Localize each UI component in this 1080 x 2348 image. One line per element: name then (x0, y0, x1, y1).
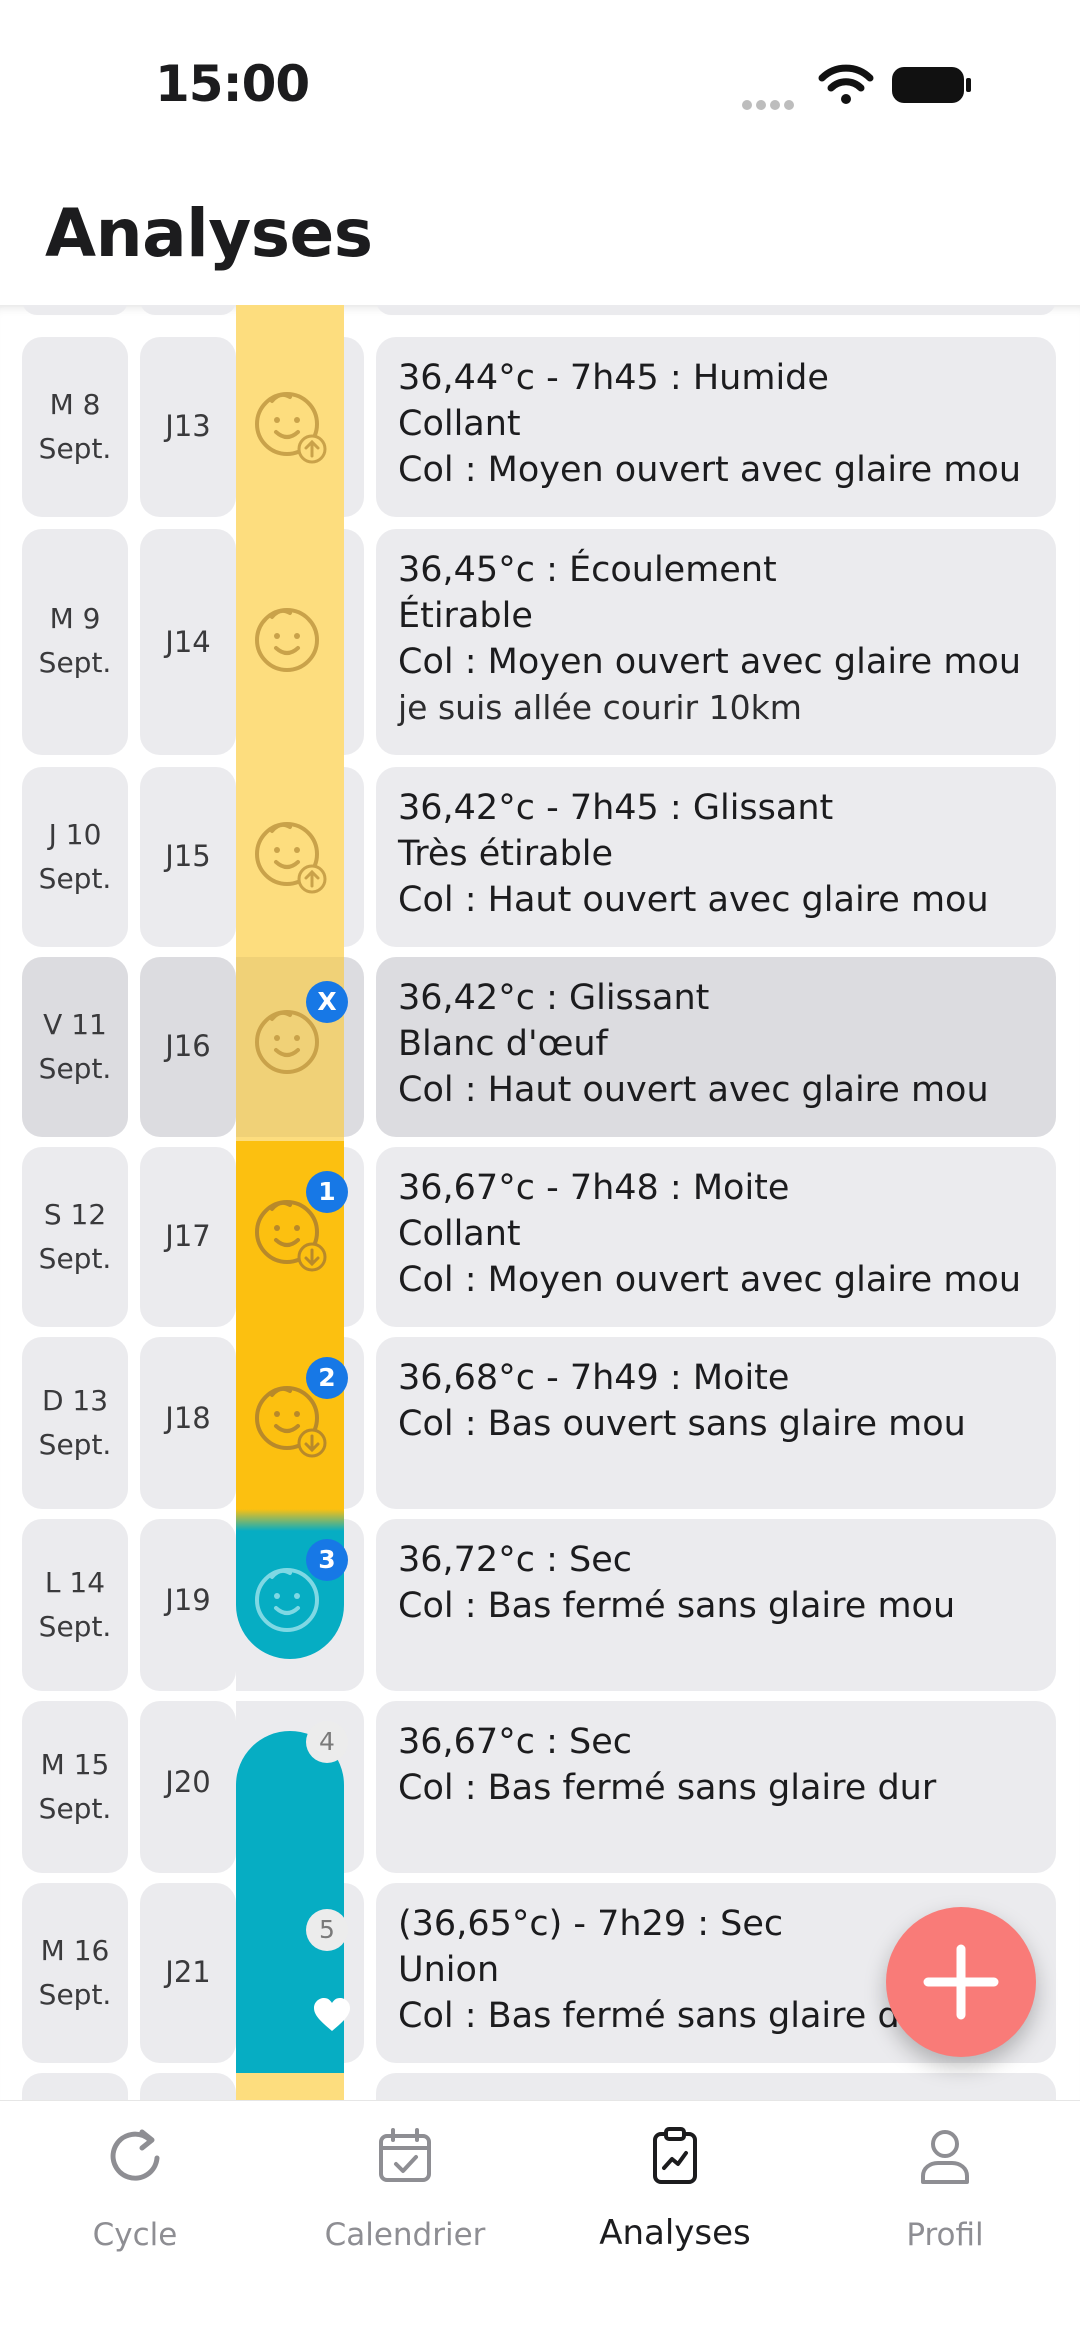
cycle-day: J21 (165, 1955, 211, 1989)
cycle-day: J19 (165, 1583, 211, 1617)
cycle-day: J16 (165, 1029, 211, 1063)
observation-text: 36,44°c - 7h45 : Humide Collant Col : Moye… (398, 358, 1022, 490)
observation-cell[interactable]: 36,44°c - 7h45 : Humide Collant Col : Moye… (376, 337, 1056, 517)
observation-cell[interactable]: 36,67°c - 7h48 : Moite Collant Col : Moyen… (376, 1147, 1056, 1327)
analyses-list[interactable]: M 8 Sept. J13 36,44°c - 7h45 : Humide Col… (0, 305, 1080, 2100)
observation-cell[interactable]: 36,67°c : Sec Col : Bas fermé sans glaire… (376, 1701, 1056, 1873)
date-weekday: S 12 (43, 1198, 107, 1231)
observation-text: (36,65°c) - 7h29 : Sec Union Col : Bas fer… (398, 1904, 922, 2036)
date-month: Sept. (38, 1428, 112, 1461)
baby-face-icon (255, 392, 327, 464)
calendar-check-icon (379, 2128, 431, 2182)
count-badge: 4 (306, 1721, 348, 1763)
cycle-day-cell: J13 (140, 337, 236, 517)
observation-cell[interactable]: 36,42°c : Glissant Blanc d'œuf Col : Haut … (376, 957, 1056, 1137)
observation-cell[interactable]: 36,45°c : Écoulement Étirable Col : Moyen … (376, 529, 1056, 755)
date-cell: S 12 Sept. (22, 1147, 128, 1327)
wifi-icon (818, 64, 874, 104)
cycle-day: J14 (165, 625, 211, 659)
observation-text: 36,45°c : Écoulement Étirable Col : Moyen … (398, 547, 1021, 731)
observation-text: 36,68°c - 7h49 : Moite Col : Bas ouvert s… (398, 1358, 966, 1444)
add-entry-button[interactable] (886, 1907, 1036, 2057)
plus-icon (923, 1944, 999, 2020)
tab-cycle[interactable]: Cycle (0, 2121, 270, 2261)
cycle-day-cell: J18 (140, 1337, 236, 1509)
cycle-day-cell: J14 (140, 529, 236, 755)
cycle-day: J15 (165, 839, 211, 873)
date-weekday: J 10 (48, 818, 102, 851)
cycle-day: J18 (165, 1401, 211, 1435)
date-weekday: M 9 (49, 602, 101, 635)
tab-bar: Cycle Calendrier Analyses Profil (0, 2100, 1080, 2348)
tab-label: Calendrier (324, 2217, 486, 2253)
signal-dots-icon (742, 95, 800, 110)
cancel-badge[interactable]: X (306, 981, 348, 1023)
date-cell: L 14 Sept. (22, 1519, 128, 1691)
date-cell: M 9 Sept. (22, 529, 128, 755)
observation-cell[interactable]: 36,68°c - 7h49 : Moite Col : Bas ouvert s… (376, 1337, 1056, 1509)
date-weekday: V 11 (43, 1008, 107, 1041)
observation-text: 36,72°c : Sec Col : Bas fermé sans glaire… (398, 1540, 956, 1626)
date-cell: V 11 Sept. (22, 957, 128, 1137)
date-weekday: M 8 (49, 388, 101, 421)
cycle-day-cell: J16 (140, 957, 236, 1137)
date-month: Sept. (38, 862, 112, 895)
date-month: Sept. (38, 1978, 112, 2011)
date-month: Sept. (38, 1052, 112, 1085)
baby-face-icon (255, 608, 319, 672)
cycle-day: J13 (165, 409, 211, 443)
observation-text: 36,42°c : Glissant Blanc d'œuf Col : Haut … (398, 978, 989, 1110)
date-weekday: D 13 (41, 1384, 109, 1417)
date-month: Sept. (38, 1610, 112, 1643)
date-month: Sept. (38, 432, 112, 465)
cycle-day: J20 (165, 1765, 211, 1799)
observation-text: 36,67°c : Sec Col : Bas fermé sans glaire… (398, 1722, 937, 1808)
status-bar: 15:00 (0, 0, 1080, 170)
date-weekday: M 16 (40, 1934, 110, 1967)
observation-text: 36,67°c - 7h48 : Moite Collant Col : Moyen… (398, 1168, 1022, 1300)
tab-analyses[interactable]: Analyses (540, 2121, 810, 2261)
user-icon (921, 2130, 969, 2184)
date-cell: M 15 Sept. (22, 1701, 128, 1873)
personal-note: je suis allée courir 10km (398, 688, 802, 727)
date-month: Sept. (38, 646, 112, 679)
cycle-day-cell: J19 (140, 1519, 236, 1691)
date-month: Sept. (38, 1242, 112, 1275)
heart-icon (314, 1998, 350, 2031)
clipboard-chart-icon (653, 2127, 697, 2184)
cycle-day-cell: J15 (140, 767, 236, 947)
cycle-day-cell: J17 (140, 1147, 236, 1327)
date-cell: J 10 Sept. (22, 767, 128, 947)
cycle-day: J17 (165, 1219, 211, 1253)
tab-label: Profil (906, 2217, 984, 2253)
peak-day-badge: 3 (306, 1539, 348, 1581)
date-weekday: M 15 (40, 1748, 110, 1781)
observation-text: 36,42°c - 7h45 : Glissant Très étirable Co… (398, 788, 989, 920)
peak-day-badge: 2 (306, 1357, 348, 1399)
count-badge: 5 (306, 1909, 348, 1951)
page-title: Analyses (45, 195, 373, 272)
tab-label: Analyses (599, 2213, 751, 2253)
cycle-day-cell: J21 (140, 1883, 236, 2063)
date-cell: M 8 Sept. (22, 337, 128, 517)
date-cell: M 16 Sept. (22, 1883, 128, 2063)
date-month: Sept. (38, 1792, 112, 1825)
date-cell: D 13 Sept. (22, 1337, 128, 1509)
observation-cell[interactable]: 36,72°c : Sec Col : Bas fermé sans glaire… (376, 1519, 1056, 1691)
tab-profil[interactable]: Profil (810, 2121, 1080, 2261)
cycle-day-cell: J20 (140, 1701, 236, 1873)
tab-label: Cycle (92, 2217, 178, 2253)
date-weekday: L 14 (44, 1566, 106, 1599)
observation-cell[interactable]: 36,42°c - 7h45 : Glissant Très étirable Co… (376, 767, 1056, 947)
tab-calendrier[interactable]: Calendrier (270, 2121, 540, 2261)
battery-icon (892, 67, 971, 103)
refresh-icon (110, 2129, 160, 2181)
status-time: 15:00 (155, 55, 310, 113)
peak-day-badge: 1 (306, 1171, 348, 1213)
baby-face-icon (255, 822, 327, 894)
